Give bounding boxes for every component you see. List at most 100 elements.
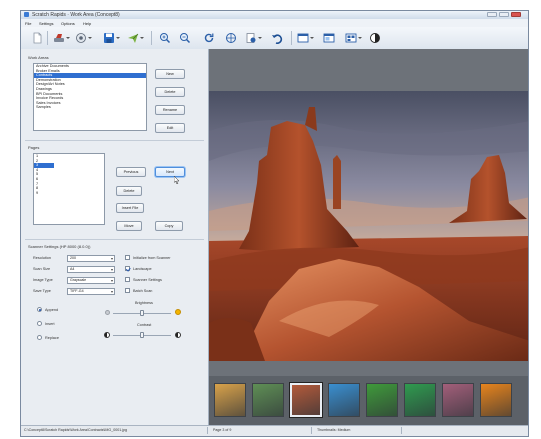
image-type-label: Image Type [33,278,53,282]
brightness-label: Brightness [135,301,153,305]
send-icon[interactable] [127,32,144,44]
thumbnail-6[interactable] [404,383,436,417]
toolbar-separator [291,31,292,45]
document-image[interactable] [209,91,528,361]
pages-list[interactable]: 1 2 3 4 5 6 7 8 9 [33,153,105,225]
delete-page-button[interactable]: Delete [116,186,142,196]
work-areas-label: Work Areas [28,55,49,60]
status-separator [401,427,402,434]
toolbar-separator [47,31,48,45]
save-type-value: TIFF-G4 [70,289,84,293]
thumbnail-3[interactable] [289,382,323,418]
close-button[interactable] [511,12,521,17]
brightness-high-icon [175,309,181,315]
app-window: Scratch Rapids · Work Area (Concept8) Fi… [20,10,529,437]
app-icon [24,12,29,17]
chevron-down-icon [111,280,113,282]
thumbnail-2[interactable] [252,383,284,417]
page-settings-icon[interactable] [245,32,262,44]
status-separator [311,427,312,434]
thumbnails-icon[interactable] [345,32,362,44]
maximize-button[interactable] [499,12,509,17]
list-item[interactable]: Samples [34,105,146,110]
insert-label: Insert [45,322,55,326]
scanner-settings-label: Scanner Settings (HP 8000 (8.0.0)) [28,244,91,249]
copy-page-button[interactable]: Copy [155,221,183,231]
append-radio[interactable] [37,307,42,312]
scanner-settings-check-label: Scanner Settings [133,278,162,282]
section-divider [25,239,204,240]
scanner-settings-checkbox[interactable] [125,277,130,282]
chevron-down-icon [111,258,113,260]
thumbnail-8[interactable] [480,383,512,417]
previous-page-button[interactable]: Previous [116,167,146,177]
zoom-out-icon[interactable] [179,32,191,44]
new-work-area-button[interactable]: New [155,69,185,79]
thumbnail-1[interactable] [214,383,246,417]
image-type-value: Grayscale [70,278,87,282]
contrast-icon[interactable] [369,32,381,44]
monument-valley-photo [209,91,528,361]
image-viewer [209,49,528,426]
edit-work-area-button[interactable]: Edit [155,123,185,133]
save-type-select[interactable]: TIFF-G4 [67,288,115,295]
menu-settings[interactable]: Settings [39,21,53,26]
minimize-button[interactable] [487,12,497,17]
thumbnail-4[interactable] [328,383,360,417]
menu-help[interactable]: Help [83,21,91,26]
resolution-value: 200 [70,256,76,260]
contrast-low-icon [104,332,110,338]
scan-icon[interactable] [53,32,70,44]
chevron-down-icon [111,269,113,271]
pages-label: Pages [28,145,40,150]
append-label: Append [45,308,59,312]
replace-label: Replace [45,336,59,340]
acquire-icon[interactable] [75,32,92,44]
section-divider [25,140,204,141]
landscape-label: Landscape [133,267,152,271]
next-page-button[interactable]: Next [155,167,185,177]
brightness-low-icon [105,310,110,315]
save-type-label: Save Type [33,289,51,293]
status-thumbnail-size: Thumbnails: Medium [317,428,351,432]
save-icon[interactable] [103,32,120,44]
rotate-icon[interactable] [203,32,215,44]
list-item[interactable]: 9 [34,191,104,196]
status-bar: C:\Concept8\Scratch Rapids\Work Area\Con… [21,425,528,436]
toolbar-separator [151,31,152,45]
move-icon[interactable] [225,32,237,44]
thumbnail-7[interactable] [442,383,474,417]
menu-file[interactable]: File [25,21,31,26]
mouse-cursor-icon [174,176,180,184]
scan-size-label: Scan Size [33,267,51,271]
new-page-icon[interactable] [31,32,43,44]
resolution-select[interactable]: 200 [67,255,115,262]
window-icon[interactable] [323,32,335,44]
undo-icon[interactable] [271,32,283,44]
thumbnail-5[interactable] [366,383,398,417]
resolution-label: Resolution [33,256,51,260]
delete-work-area-button[interactable]: Delete [155,87,185,97]
landscape-checkbox[interactable] [125,266,130,271]
contrast-slider-thumb[interactable] [140,332,144,338]
menu-options[interactable]: Options [61,21,75,26]
move-page-button[interactable]: Move [116,221,142,231]
replace-radio[interactable] [37,335,42,340]
layout-icon[interactable] [297,32,314,44]
window-title: Scratch Rapids · Work Area (Concept8) [32,12,120,18]
insert-radio[interactable] [37,321,42,326]
batch-scan-checkbox[interactable] [125,288,130,293]
zoom-in-icon[interactable] [159,32,171,44]
initialize-from-scanner-label: Initialize from Scanner [133,256,171,260]
insert-file-button[interactable]: Insert File [116,203,144,213]
initialize-from-scanner-checkbox[interactable] [125,255,130,260]
left-panel: Work Areas Archive Documents Broker Emai… [21,49,209,426]
rename-work-area-button[interactable]: Rename [155,105,185,115]
scan-size-select[interactable]: A4 [67,266,115,273]
batch-scan-label: Batch Scan [133,289,153,293]
brightness-slider-thumb[interactable] [140,310,144,316]
toolbar [21,27,528,50]
work-areas-list[interactable]: Archive Documents Broker Emails Contract… [33,63,147,131]
status-separator [207,427,208,434]
image-type-select[interactable]: Grayscale [67,277,115,284]
